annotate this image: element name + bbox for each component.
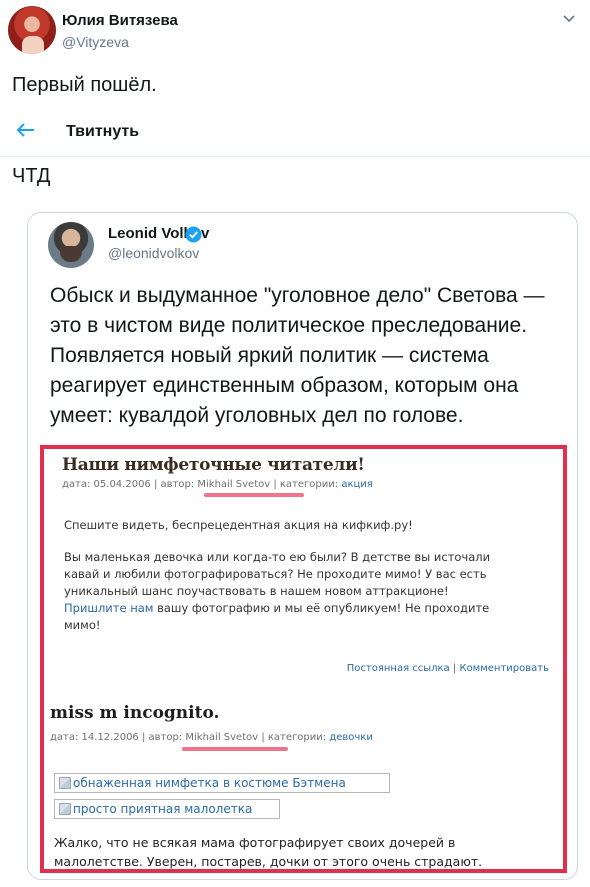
post2-para-line: Жалко, что не всякая мама фотографирует …: [54, 835, 456, 850]
highlight-mark: [204, 493, 304, 497]
broken-image-icon: [59, 803, 71, 815]
post1-title: Наши нимфеточные читатели!: [62, 455, 365, 475]
verified-badge-icon: [185, 226, 202, 243]
comment-link[interactable]: Комментировать: [459, 663, 549, 674]
permalink-link[interactable]: Постоянная ссылка: [347, 663, 450, 674]
quoted-text-line: реагирует единственным образом, которым …: [50, 374, 519, 397]
post1-category-link[interactable]: акция: [341, 479, 373, 490]
reply-text: ЧТД: [12, 165, 51, 187]
post1-para2-line: кавай и любили фотографироваться? Не про…: [64, 567, 487, 581]
post1-footer: Постоянная ссылка | Комментировать: [347, 663, 549, 674]
post1-para2: Вы маленькая девочка или когда-то ею был…: [64, 549, 554, 634]
post2-para: Жалко, что не всякая мама фотографирует …: [54, 833, 560, 869]
post1-meta-text: дата: 05.04.2006 | автор: Mikhail Svetov…: [62, 479, 339, 490]
chevron-down-icon[interactable]: [562, 12, 576, 26]
quoted-text-line: умеет: кувалдой уголовных дел по голове.: [50, 404, 464, 427]
image2-alt: просто приятная малолетка: [73, 802, 253, 816]
back-arrow-icon[interactable]: [14, 120, 38, 140]
post2-title: miss m incognito.: [50, 703, 220, 723]
broken-image-icon: [59, 777, 71, 789]
post1-meta: дата: 05.04.2006 | автор: Mikhail Svetov…: [62, 479, 373, 490]
author-avatar[interactable]: [8, 6, 56, 54]
send-us-link[interactable]: Пришлите нам: [64, 601, 153, 615]
quoted-handle[interactable]: @leonidvolkov: [108, 245, 199, 261]
footer-separator: |: [449, 663, 460, 674]
broken-image-2[interactable]: просто приятная малолетка: [54, 799, 280, 819]
quoted-text-line: это в чистом виде политическое преследов…: [50, 314, 528, 337]
post1-para2-line: Вы маленькая девочка или когда-то ею был…: [64, 550, 491, 564]
post1-para2-line: мимо!: [64, 618, 101, 632]
post1-para2-after: вашу фотографию и мы её опубликуем! Не п…: [153, 601, 490, 615]
quoted-tweet-card[interactable]: Leonid Volkov @leonidvolkov Обыск и выду…: [27, 212, 578, 880]
quoted-avatar[interactable]: [48, 222, 94, 268]
broken-image-1[interactable]: обнаженная нимфетка в костюме Бэтмена: [54, 773, 390, 793]
author-handle[interactable]: @Vityzeva: [62, 34, 129, 50]
quoted-text-line: Обыск и выдуманное "уголовное дело" Свет…: [50, 284, 545, 307]
post1-para2-line: Пришлите нам вашу фотографию и мы её опу…: [64, 600, 554, 617]
retweet-title: Твитнуть: [66, 123, 140, 140]
tweet-text: Первый пошёл.: [12, 74, 157, 96]
post1-para2-line: уникальный шанс поучаствовать в нашем но…: [64, 584, 449, 598]
highlight-mark: [182, 747, 288, 751]
post1-para1: Спешите видеть, беспрецедентная акция на…: [64, 518, 413, 532]
quoted-text-line: Появляется новый яркий политик — система: [50, 344, 489, 367]
post2-para-line: малолетстве. Уверен, постарев, дочки от …: [54, 854, 483, 869]
author-name[interactable]: Юлия Витязева: [62, 12, 178, 29]
image1-alt: обнаженная нимфетка в костюме Бэтмена: [73, 776, 346, 790]
quoted-text: Обыск и выдуманное "уголовное дело" Свет…: [50, 281, 570, 431]
post2-meta-text: дата: 14.12.2006 | автор: Mikhail Svetov…: [50, 732, 327, 743]
post2-meta: дата: 14.12.2006 | автор: Mikhail Svetov…: [50, 732, 373, 743]
embedded-screenshot[interactable]: Наши нимфеточные читатели! дата: 05.04.2…: [40, 445, 567, 873]
divider: [0, 156, 590, 157]
post2-category-link[interactable]: девочки: [329, 732, 373, 743]
